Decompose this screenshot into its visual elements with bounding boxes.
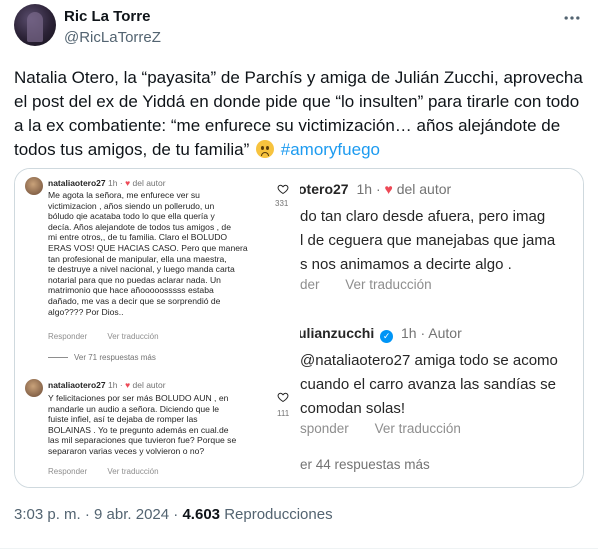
reply-button[interactable]: Responder — [48, 332, 87, 341]
comment-time: 1h — [401, 325, 417, 341]
commenter-avatar — [25, 177, 43, 195]
tweet-text: Natalia Otero, la “payasita” de Parchís … — [14, 66, 590, 162]
hashtag-link[interactable]: #amoryfuego — [281, 140, 380, 159]
comment-line: Y felicitaciones por ser más BOLUDO AUN … — [48, 393, 229, 403]
comment-header: nataliaotero27 1h · ♥ del autor — [48, 380, 166, 390]
comment-line: bóludo qie acataba todo lo que ella quer… — [48, 211, 215, 222]
comment-text: do tan claro desde afuera, pero imag l de… — [300, 205, 555, 277]
comment-time: 1h — [356, 181, 373, 197]
view-more-replies[interactable]: er 44 respuestas más — [300, 457, 430, 472]
translate-button[interactable]: Ver traducción — [345, 277, 431, 292]
comment-time: 1h — [108, 380, 118, 390]
comment-line: fuiste infiel, así te dejaba de romper l… — [48, 414, 198, 425]
tweet-time[interactable]: 3:03 p. m. — [14, 506, 81, 523]
view-more-replies[interactable]: Ver 71 respuestas más — [48, 353, 156, 362]
reply-button[interactable]: Responder — [48, 467, 87, 476]
comment-line: ERAS VOS! QUE HACIAS CASO. Pero que mane… — [48, 242, 248, 253]
sad-face-emoji-icon — [256, 140, 275, 158]
translate-button[interactable]: Ver traducción — [107, 467, 158, 476]
comment-username: nataliaotero27 — [48, 380, 106, 390]
comment-text: Y felicitaciones por ser más BOLUDO AUN … — [48, 393, 236, 457]
comment-header: ulianzucchi ✓ 1h · Autor — [300, 325, 462, 343]
comment-line: matrimonio que hace añooooosssss estaba — [48, 285, 214, 296]
comment-line: comodan solas! — [300, 400, 406, 417]
author-heart-icon: ♥ — [384, 181, 393, 197]
author-avatar[interactable] — [14, 4, 56, 46]
comment-line: algo???? Por Dios.. — [48, 306, 124, 317]
comment-line: notarial para que no puedas aclarar nada… — [48, 274, 221, 285]
author-liked-tag: del autor — [132, 380, 166, 390]
author-heart-icon: ♥ — [125, 380, 131, 390]
comment-line: do tan claro desde afuera, pero imag — [300, 208, 546, 225]
author-tag: Autor — [428, 325, 462, 341]
media-attachment[interactable]: nataliaotero27 1h · ♥ del autor Me agota… — [14, 168, 584, 488]
translate-button[interactable]: Ver traducción — [375, 421, 461, 436]
tweet: Ric La Torre @RicLaTorreZ Natalia Otero,… — [0, 0, 598, 551]
comment-text: @nataliaotero27 amiga todo se acomo cuand… — [300, 349, 558, 421]
comment-actions: sponder Ver traducción — [300, 421, 461, 436]
reply-button[interactable]: der — [300, 277, 320, 292]
comment-line: Me agota la señora, me enfurece ver su — [48, 190, 200, 200]
comment-header: otero27 1h · ♥ del autor — [300, 181, 452, 197]
comment-line: l de ceguera que manejabas que jama — [300, 232, 556, 249]
like-count: 111 — [277, 409, 290, 418]
comment-line: cuando el carro avanza las sandías se — [300, 376, 556, 393]
more-horizontal-icon — [564, 16, 580, 20]
tweet-date[interactable]: 9 abr. 2024 — [94, 506, 169, 523]
author-handle[interactable]: @RicLaTorreZ — [64, 29, 161, 46]
more-options-button[interactable] — [562, 8, 582, 28]
like-count: 331 — [275, 199, 289, 208]
author-liked-tag: del autor — [396, 181, 452, 197]
divider — [0, 548, 598, 549]
comment-actions: Responder Ver traducción — [48, 332, 159, 341]
author-heart-icon: ♥ — [125, 178, 131, 188]
comment-username: otero27 — [300, 181, 349, 197]
comment-line: las mil separaciones que tuvieron fue? P… — [48, 435, 237, 446]
reply-button[interactable]: sponder — [300, 421, 349, 436]
translate-button[interactable]: Ver traducción — [107, 332, 158, 341]
comment-time: 1h — [108, 178, 118, 188]
comment-line: tan profesional de manipular, ella una m… — [48, 253, 227, 264]
comment-actions: der Ver traducción — [300, 277, 432, 292]
views-count: 4.603 — [182, 506, 221, 523]
comment-text: Me agota la señora, me enfurece ver su vi… — [48, 190, 248, 317]
media-image-left[interactable]: nataliaotero27 1h · ♥ del autor Me agota… — [15, 169, 298, 487]
comment-line: dañado, me vas a decir que se sorprendió… — [48, 295, 221, 306]
comment-line: separaron varias veces y volvieron o no? — [48, 445, 205, 456]
comment-username: nataliaotero27 — [48, 178, 106, 188]
comment-line: te destruye a nivel nacional, y luego ma… — [48, 264, 235, 275]
comment-actions: Responder Ver traducción — [48, 467, 159, 476]
comment-line: BOLAINAS . Yo te pregunto además en cual… — [48, 424, 229, 435]
comment-line: s nos animamos a decirte algo . — [300, 256, 512, 273]
comment-line: mandarle un audio a señora. Diciendo que… — [48, 403, 220, 414]
views-label: Reproducciones — [224, 506, 333, 523]
tweet-meta: 3:03 p. m. · 9 abr. 2024 · 4.603 Reprodu… — [14, 506, 333, 523]
comment-header: nataliaotero27 1h · ♥ del autor — [48, 178, 166, 188]
comment-line: victimizacion , años siendo un pollerudo… — [48, 200, 215, 211]
comment-line: @nataliaotero27 amiga todo se acomo — [300, 352, 558, 369]
author-name[interactable]: Ric La Torre — [64, 8, 150, 25]
media-image-right[interactable]: otero27 1h · ♥ del autor do tan claro de… — [300, 169, 583, 487]
author-liked-tag: del autor — [132, 178, 166, 188]
comment-line: mi entre otros,, de tu familia. Claro el… — [48, 232, 228, 243]
commenter-avatar — [25, 379, 43, 397]
comment-line: decía. Años alejandote de todos tus amig… — [48, 221, 231, 232]
verified-badge-icon: ✓ — [380, 330, 394, 343]
heart-outline-icon[interactable] — [277, 391, 289, 403]
comment-username: ulianzucchi — [300, 325, 375, 341]
heart-outline-icon[interactable] — [277, 183, 289, 195]
